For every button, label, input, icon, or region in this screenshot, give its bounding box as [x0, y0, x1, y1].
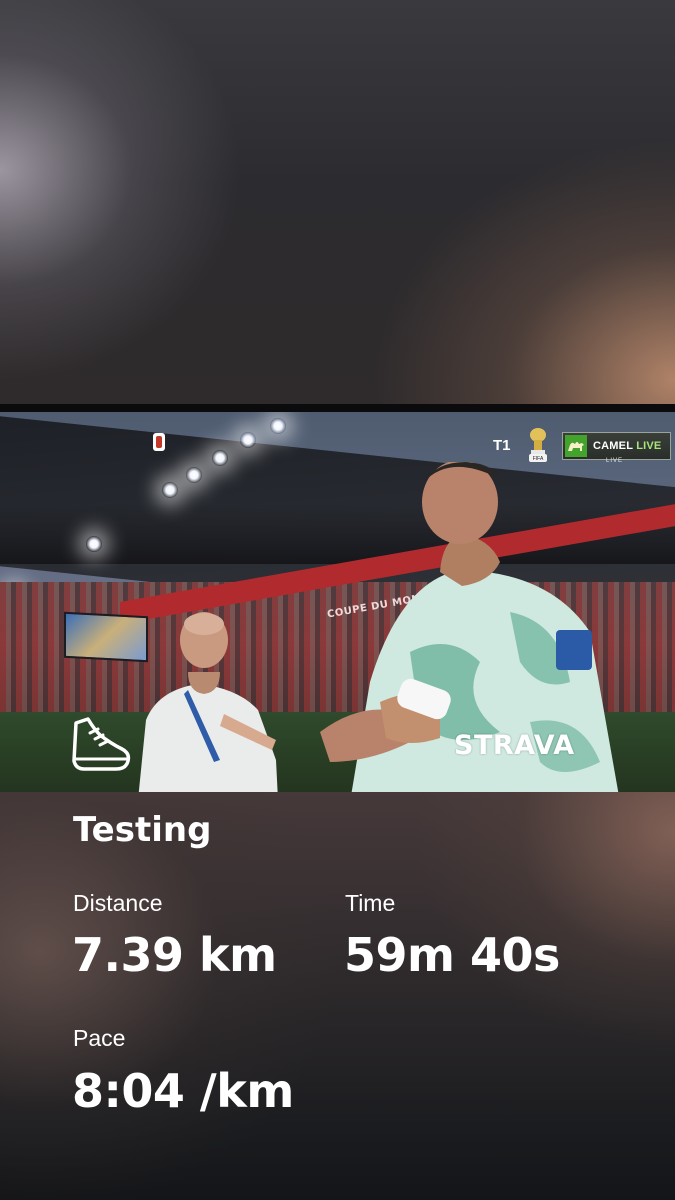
broadcaster-badge: CAMEL LIVE [562, 432, 671, 460]
distance-value: 7.39 km [72, 928, 277, 982]
time-label: Time [345, 890, 396, 916]
pace-value: 8:04 /km [72, 1064, 294, 1118]
running-shoe-icon [72, 717, 131, 771]
fifa-trophy-icon: FIFA [529, 428, 547, 462]
activity-photo: COUPE DU MONDE DE LA FIFA [0, 412, 675, 792]
distance-label: Distance [73, 890, 163, 916]
strava-share-card: COUPE DU MONDE DE LA FIFA [0, 0, 675, 1200]
broadcaster-sub-label: LIVE [606, 458, 624, 464]
broadcast-logo-icon [153, 433, 165, 451]
broadcast-channel-label: T1 [493, 437, 511, 454]
broadcaster-name: CAMEL LIVE [593, 440, 661, 452]
camel-icon [565, 435, 587, 457]
broadcaster-live-text: LIVE [636, 440, 662, 452]
time-value: 59m 40s [344, 928, 560, 982]
svg-text:FIFA: FIFA [533, 456, 544, 462]
blurred-background-bottom [0, 792, 675, 1200]
floodlight [212, 450, 228, 466]
blurred-background-top [0, 0, 675, 406]
broadcaster-name-text: CAMEL [593, 440, 633, 452]
pace-label: Pace [73, 1025, 126, 1051]
floodlight [162, 482, 178, 498]
floodlight [186, 467, 202, 483]
floodlight [86, 536, 102, 552]
activity-title: Testing [73, 810, 212, 850]
floodlight [270, 418, 286, 434]
floodlight [240, 432, 256, 448]
photo-top-border [0, 404, 675, 412]
strava-logo: STRAVA [454, 730, 575, 761]
person-staff [138, 612, 278, 792]
